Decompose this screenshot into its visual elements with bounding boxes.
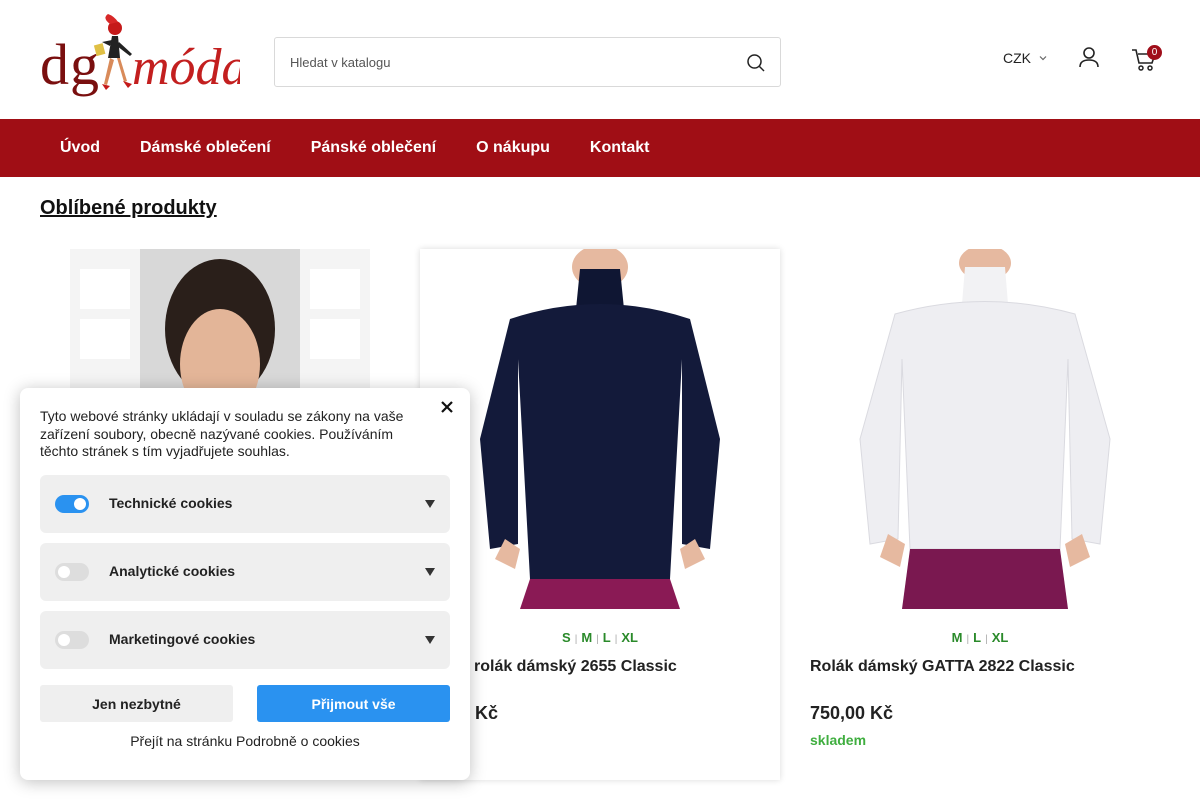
accept-all-button[interactable]: Přijmout vše <box>257 685 450 722</box>
size-option[interactable]: L <box>973 630 981 645</box>
search-input[interactable] <box>275 38 735 86</box>
cookie-category-label: Marketingové cookies <box>109 631 256 647</box>
site-header: d g móda CZK <box>0 0 1200 119</box>
marketing-cookies-toggle[interactable] <box>55 631 89 649</box>
cookie-details-link[interactable]: Přejít na stránku Podrobně o cookies <box>20 733 470 749</box>
product-name[interactable]: TA rolák dámský 2655 Classic <box>450 658 677 676</box>
product-price: 750,00 Kč <box>810 703 894 723</box>
product-card[interactable]: S | M | L | XL TA rolák dámský 2655 Classic 00… <box>420 249 780 780</box>
nav-item-womens-clothing[interactable]: Dámské oblečení <box>140 119 271 177</box>
size-option[interactable]: M <box>581 630 592 645</box>
currency-selector[interactable]: CZK <box>1003 50 1047 66</box>
size-option[interactable]: XL <box>621 630 638 645</box>
product-image[interactable] <box>810 249 1160 609</box>
currency-label: CZK <box>1003 50 1031 66</box>
cookie-category-technical[interactable]: Technické cookies <box>40 475 450 533</box>
chevron-down-icon <box>1039 56 1047 61</box>
product-name[interactable]: Rolák dámský GATTA 2822 Classic <box>810 658 1075 676</box>
nav-item-about-shopping[interactable]: O nákupu <box>476 119 550 177</box>
cart-count-badge: 0 <box>1147 45 1162 60</box>
main-nav: Úvod Dámské oblečení Pánské oblečení O n… <box>0 119 1200 177</box>
cookie-category-label: Analytické cookies <box>109 563 236 579</box>
product-sizes: S | M | L | XL <box>562 630 638 645</box>
cookie-consent-dialog: Tyto webové stránky ukládají v souladu s… <box>20 388 470 780</box>
close-icon[interactable] <box>440 400 454 414</box>
size-option[interactable]: L <box>603 630 611 645</box>
product-sizes: M | L | XL <box>951 630 1009 645</box>
analytics-cookies-toggle[interactable] <box>55 563 89 581</box>
technical-cookies-toggle[interactable] <box>55 495 89 513</box>
size-option[interactable]: S <box>562 630 571 645</box>
site-logo[interactable]: d g móda <box>40 14 248 106</box>
svg-text:d: d <box>40 32 69 97</box>
search-icon[interactable] <box>746 53 766 73</box>
necessary-only-button[interactable]: Jen nezbytné <box>40 685 233 722</box>
stock-status: skladem <box>810 732 867 748</box>
svg-text:móda: móda <box>132 39 240 96</box>
product-image[interactable] <box>420 249 780 609</box>
section-title[interactable]: Oblíbené produkty <box>40 197 217 220</box>
product-card[interactable]: M | L | XL Rolák dámský GATTA 2822 Classic 7… <box>800 249 1160 780</box>
svg-text:g: g <box>70 32 99 97</box>
caret-down-icon[interactable] <box>425 636 435 644</box>
caret-down-icon[interactable] <box>425 500 435 508</box>
size-option[interactable]: M <box>952 630 963 645</box>
caret-down-icon[interactable] <box>425 568 435 576</box>
nav-item-home[interactable]: Úvod <box>60 119 100 177</box>
search-box <box>274 37 781 87</box>
cookie-category-analytics[interactable]: Analytické cookies <box>40 543 450 601</box>
nav-item-mens-clothing[interactable]: Pánské oblečení <box>311 119 436 177</box>
nav-item-contact[interactable]: Kontakt <box>590 119 650 177</box>
cookie-intro-text: Tyto webové stránky ukládají v souladu s… <box>40 408 404 459</box>
user-icon[interactable] <box>1077 45 1101 69</box>
cookie-category-marketing[interactable]: Marketingové cookies <box>40 611 450 669</box>
size-option[interactable]: XL <box>992 630 1009 645</box>
cookie-category-label: Technické cookies <box>109 495 233 511</box>
